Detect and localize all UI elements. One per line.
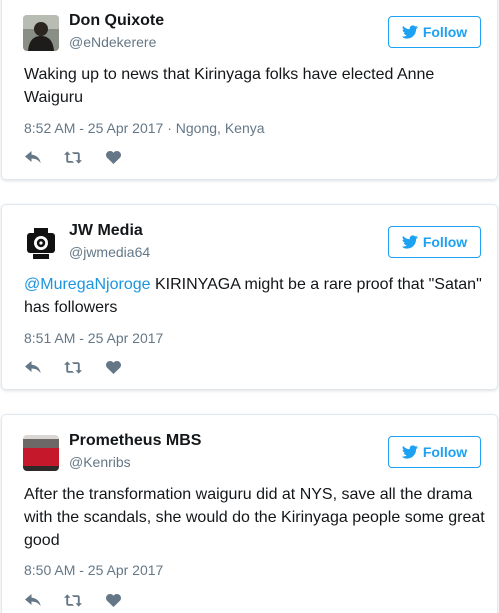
person-photo-icon [23, 15, 59, 51]
kenya-banner-icon [23, 435, 59, 471]
display-name[interactable]: Don Quixote [69, 12, 164, 30]
tweet-card: Prometheus MBS @Kenribs Follow After the… [1, 414, 498, 613]
tweet-card: Don Quixote @eNdekerere Follow Waking up… [1, 0, 498, 180]
follow-button[interactable]: Follow [388, 16, 481, 48]
avatar[interactable] [23, 225, 59, 261]
display-name[interactable]: JW Media [69, 222, 143, 240]
mention-link[interactable]: @MuregaNjoroge [24, 276, 151, 293]
follow-button[interactable]: Follow [388, 436, 481, 468]
location-link[interactable]: Ngong, Kenya [176, 120, 265, 136]
tweet-meta: 8:52 AM - 25 Apr 2017 · Ngong, Kenya [24, 120, 265, 136]
camera-logo-icon [23, 225, 59, 261]
tweet-meta: 8:50 AM - 25 Apr 2017 [24, 562, 163, 578]
tweet-actions [24, 150, 122, 164]
tweet-text: After the transformation waiguru did at … [24, 483, 486, 552]
timestamp[interactable]: 8:52 AM - 25 Apr 2017 [24, 120, 163, 136]
avatar[interactable] [23, 435, 59, 471]
reply-icon[interactable] [24, 360, 42, 374]
follow-label: Follow [422, 24, 468, 40]
reply-icon[interactable] [24, 593, 42, 607]
reply-icon[interactable] [24, 150, 42, 164]
username[interactable]: @Kenribs [69, 454, 131, 470]
meta-separator: · [163, 120, 176, 136]
twitter-bird-icon [401, 445, 418, 459]
username[interactable]: @eNdekerere [69, 34, 156, 50]
tweet-actions [24, 360, 122, 374]
follow-label: Follow [422, 444, 468, 460]
username[interactable]: @jwmedia64 [69, 244, 150, 260]
retweet-icon[interactable] [64, 150, 82, 164]
twitter-bird-icon [401, 25, 418, 39]
avatar[interactable] [23, 15, 59, 51]
follow-button[interactable]: Follow [388, 226, 481, 258]
timestamp[interactable]: 8:51 AM - 25 Apr 2017 [24, 330, 163, 346]
tweet-text: Waking up to news that Kirinyaga folks h… [24, 63, 486, 109]
follow-label: Follow [422, 234, 468, 250]
heart-icon[interactable] [104, 150, 122, 164]
tweet-card: JW Media @jwmedia64 Follow @MuregaNjorog… [1, 204, 498, 390]
heart-icon[interactable] [104, 360, 122, 374]
display-name[interactable]: Prometheus MBS [69, 432, 201, 450]
tweet-body: Waking up to news that Kirinyaga folks h… [24, 66, 435, 106]
tweet-text: @MuregaNjoroge KIRINYAGA might be a rare… [24, 273, 486, 319]
tweet-body: After the transformation waiguru did at … [24, 486, 485, 549]
twitter-bird-icon [401, 235, 418, 249]
tweet-meta: 8:51 AM - 25 Apr 2017 [24, 330, 163, 346]
retweet-icon[interactable] [64, 360, 82, 374]
heart-icon[interactable] [104, 593, 122, 607]
tweet-actions [24, 593, 122, 607]
retweet-icon[interactable] [64, 593, 82, 607]
timestamp[interactable]: 8:50 AM - 25 Apr 2017 [24, 562, 163, 578]
